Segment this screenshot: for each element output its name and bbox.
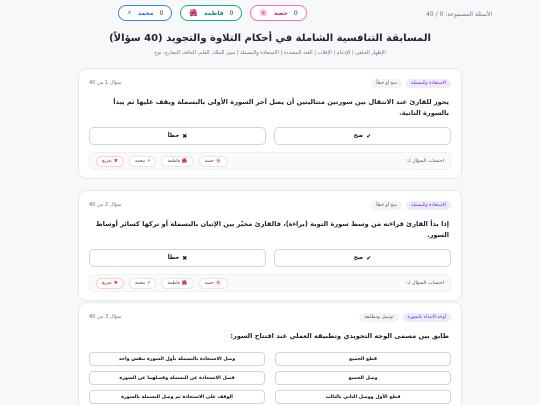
award-label: احتساب السؤال لـ:	[406, 280, 444, 286]
category-badge: الاستعاذة والبسملة	[406, 78, 451, 88]
question-text: يجوز للقارئ عند الانتقال بين سورتين متتا…	[113, 98, 449, 117]
type-badge: توصيل ومطابقة	[359, 312, 399, 322]
cross-icon: ✖	[113, 158, 118, 164]
question-number: سؤال 2 من 40	[89, 202, 122, 208]
player-score: 0	[229, 9, 234, 17]
question-card-2: الاستعاذة والبسملة صح أو خطأ سؤال 2 من 4…	[78, 190, 462, 301]
award-row: احتساب السؤال لـ: 🌸 حصة 🌺 فاطمة ⚡ محمد ✖ تفر…	[89, 274, 451, 292]
match-term-3[interactable]: قطع الأول ووصل الثاني بالثالث	[275, 390, 451, 404]
true-label: صح	[353, 133, 364, 139]
question-card-1: الاستعاذة والبسملة صح أو خطأ سؤال 1 من 4…	[78, 68, 462, 179]
question-number: سؤال 1 من 40	[89, 80, 122, 86]
cross-icon: ✖	[113, 280, 118, 286]
check-icon: ✔	[366, 254, 372, 262]
category-badge: الاستعاذة والبسملة	[406, 200, 451, 210]
lightning-icon: ⚡	[127, 9, 132, 17]
blossom-icon: 🌸	[259, 9, 269, 17]
award-hessa-button[interactable]: 🌸 حصة	[198, 277, 228, 289]
award-mohammed-button[interactable]: ⚡ محمد	[128, 155, 157, 167]
question-card-3: أوجه الابتداء بالسورة توصيل ومطابقة سؤال…	[78, 302, 462, 405]
award-fatima-button[interactable]: 🌺 فاطمة	[161, 277, 194, 289]
clear-award-label: تفريغ	[102, 280, 112, 286]
award-fatima-label: فاطمة	[167, 158, 180, 164]
hibiscus-icon: 🌺	[181, 158, 188, 164]
cross-icon: ✖	[182, 132, 188, 140]
clear-award-button[interactable]: ✖ تفريغ	[96, 277, 124, 289]
hibiscus-icon: 🌺	[189, 9, 198, 17]
true-button[interactable]: ✔ صح	[274, 249, 451, 267]
false-button[interactable]: ✖ خطأ	[89, 127, 266, 145]
lightning-icon: ⚡	[147, 280, 151, 286]
page-subtitle: الإظهار الحلقي | الإدغام | الإقلاب | الغ…	[154, 50, 386, 56]
question-number: سؤال 3 من 40	[89, 314, 122, 320]
award-mohammed-label: محمد	[134, 158, 146, 164]
blossom-icon: 🌸	[215, 280, 222, 286]
award-mohammed-label: محمد	[134, 280, 146, 286]
match-definition-1[interactable]: وصل الاستعاذة بالبسملة بأول السورة بنفس …	[89, 352, 265, 366]
question-text: إذا بدأ القارئ قراءته من وسط سورة التوبة…	[95, 220, 449, 239]
questions-heard-counter: الأسئلة المسموعة: 0 / 40	[426, 10, 492, 18]
page-title: المسابقة التنافسية الشاملة في أحكام التل…	[109, 33, 431, 44]
award-hessa-button[interactable]: 🌸 حصة	[198, 155, 228, 167]
award-fatima-label: فاطمة	[167, 280, 180, 286]
type-badge: صح أو خطأ	[371, 78, 403, 88]
false-button[interactable]: ✖ خطأ	[89, 249, 266, 267]
category-badge: أوجه الابتداء بالسورة	[402, 312, 451, 322]
false-label: خطأ	[167, 133, 180, 139]
player-name: حصة	[274, 9, 288, 17]
score-pill-fatima: 🌺 فاطمة 0	[180, 5, 243, 21]
player-score: 0	[159, 9, 164, 17]
clear-award-label: تفريغ	[102, 158, 112, 164]
type-badge: صح أو خطأ	[371, 200, 403, 210]
player-score: 0	[293, 9, 298, 17]
true-label: صح	[353, 255, 364, 261]
score-pill-mohammed: ⚡ محمد 0	[118, 5, 173, 21]
player-name: محمد	[137, 9, 154, 17]
blossom-icon: 🌸	[215, 158, 222, 164]
true-button[interactable]: ✔ صح	[274, 127, 451, 145]
award-hessa-label: حصة	[204, 280, 214, 286]
lightning-icon: ⚡	[147, 158, 151, 164]
award-label: احتساب السؤال لـ:	[406, 158, 444, 164]
hibiscus-icon: 🌺	[181, 280, 188, 286]
match-term-1[interactable]: قطع الجميع	[275, 352, 451, 366]
cross-icon: ✖	[182, 254, 188, 262]
player-name: فاطمة	[204, 9, 224, 17]
match-definition-2[interactable]: فصل الاستعاذة عن البسملة وفصلهما عن السو…	[89, 371, 265, 385]
award-hessa-label: حصة	[204, 158, 214, 164]
clear-award-button[interactable]: ✖ تفريغ	[96, 155, 124, 167]
check-icon: ✔	[366, 132, 372, 140]
matching-grid: قطع الجميع وصل الاستعاذة بالبسملة بأول ا…	[89, 352, 451, 404]
match-term-2[interactable]: وصل الجميع	[275, 371, 451, 385]
false-label: خطأ	[167, 255, 180, 261]
match-definition-3[interactable]: الوقف على الاستعاذة ثم وصل البسملة بالسو…	[89, 390, 265, 404]
award-fatima-button[interactable]: 🌺 فاطمة	[161, 155, 194, 167]
question-text: طابق بين مسمى الوجه التجويدي وتطبيقه الع…	[230, 332, 449, 340]
award-mohammed-button[interactable]: ⚡ محمد	[128, 277, 157, 289]
award-row: احتساب السؤال لـ: 🌸 حصة 🌺 فاطمة ⚡ محمد ✖ تفر…	[89, 152, 451, 170]
score-pill-hessa: 🌸 حصة 0	[250, 5, 307, 21]
scoreboard: ⚡ محمد 0 🌺 فاطمة 0 🌸 حصة 0	[118, 5, 307, 21]
